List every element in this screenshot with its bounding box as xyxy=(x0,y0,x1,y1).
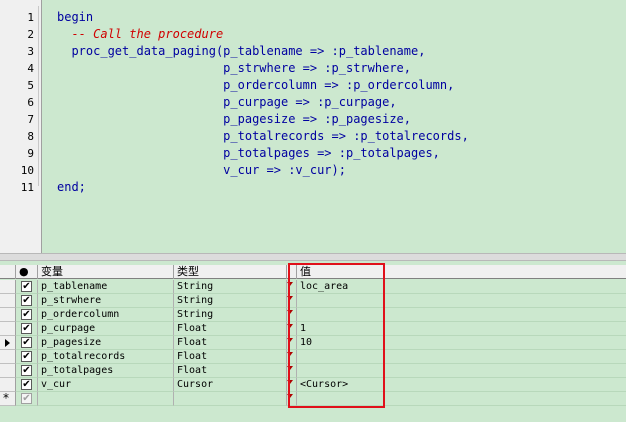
code-line[interactable]: proc_get_data_paging(p_tablename => :p_t… xyxy=(57,43,425,60)
variable-column-header[interactable]: 变量 xyxy=(38,265,174,279)
dropdown-arrow-icon[interactable] xyxy=(287,324,293,328)
row-indicator[interactable]: * xyxy=(0,391,16,406)
type-cell[interactable] xyxy=(174,392,287,406)
code-line[interactable]: p_curpage => :p_curpage, xyxy=(57,94,396,111)
new-row-icon: * xyxy=(3,391,9,405)
type-cell[interactable]: Float xyxy=(174,350,287,364)
line-number: 10 xyxy=(20,164,34,177)
value-column-header[interactable]: 值 xyxy=(297,265,626,279)
dropdown-arrow-icon[interactable] xyxy=(287,310,293,314)
line-number: 9 xyxy=(27,147,34,160)
enabled-checkbox[interactable]: ✔ xyxy=(21,309,32,320)
line-number: 6 xyxy=(27,96,34,109)
row-indicator[interactable] xyxy=(0,350,16,364)
variables-grid[interactable]: ● 变量 类型 值 ✔ p_tablename String loc_area ✔ p_s… xyxy=(0,261,626,422)
line-number: 4 xyxy=(27,62,34,75)
enabled-checkbox[interactable]: ✔ xyxy=(21,365,32,376)
enabled-checkbox[interactable]: ✔ xyxy=(21,323,32,334)
value-cell[interactable] xyxy=(297,308,626,322)
type-cell[interactable]: String xyxy=(174,280,287,294)
dropdown-arrow-icon[interactable] xyxy=(287,380,293,384)
table-row[interactable]: ✔ p_totalrecords Float xyxy=(0,350,626,364)
variable-cell[interactable]: p_totalrecords xyxy=(38,350,174,364)
table-row[interactable]: ✔ p_pagesize Float 10 xyxy=(0,336,626,350)
code-line[interactable]: p_totalpages => :p_totalpages, xyxy=(57,145,440,162)
enabled-checkbox[interactable]: ✔ xyxy=(21,295,32,306)
type-cell[interactable]: String xyxy=(174,294,287,308)
row-indicator[interactable] xyxy=(0,322,16,336)
value-dropdown-header xyxy=(287,265,297,279)
dropdown-arrow-icon[interactable] xyxy=(287,296,293,300)
line-number: 11 xyxy=(20,181,34,194)
type-column-header[interactable]: 类型 xyxy=(174,265,287,279)
dropdown-arrow-icon[interactable] xyxy=(287,394,293,398)
row-indicator[interactable] xyxy=(0,378,16,392)
splitter-bar[interactable] xyxy=(0,253,626,261)
code-line[interactable]: v_cur => :v_cur); xyxy=(57,162,346,179)
current-row-arrow-icon xyxy=(5,339,10,347)
table-row[interactable]: ✔ p_tablename String loc_area xyxy=(0,280,626,294)
value-cell[interactable]: 10 xyxy=(297,336,626,350)
table-row[interactable]: ✔ p_curpage Float 1 xyxy=(0,322,626,336)
value-cell[interactable] xyxy=(297,392,626,406)
code-comment-line[interactable]: -- Call the procedure xyxy=(57,26,223,43)
dropdown-arrow-icon[interactable] xyxy=(287,352,293,356)
table-row[interactable]: ✔ p_totalpages Float xyxy=(0,364,626,378)
value-cell[interactable] xyxy=(297,294,626,308)
line-number-gutter: 1 2 3 4 5 6 7 8 9 10 11 xyxy=(0,0,42,253)
row-indicator[interactable] xyxy=(0,336,16,350)
code-line[interactable]: p_ordercolumn => :p_ordercolumn, xyxy=(57,77,454,94)
line-number: 7 xyxy=(27,113,34,126)
code-line[interactable]: end; xyxy=(57,179,86,196)
grid-header: ● 变量 类型 值 xyxy=(0,265,626,279)
code-line[interactable]: p_pagesize => :p_pagesize, xyxy=(57,111,411,128)
value-cell[interactable] xyxy=(297,364,626,378)
row-indicator[interactable] xyxy=(0,294,16,308)
type-cell[interactable]: Float xyxy=(174,336,287,350)
type-cell[interactable]: Float xyxy=(174,364,287,378)
type-cell[interactable]: Cursor xyxy=(174,378,287,392)
code-line[interactable]: p_strwhere => :p_strwhere, xyxy=(57,60,411,77)
row-indicator[interactable] xyxy=(0,364,16,378)
new-row[interactable]: * ✔ xyxy=(0,391,626,406)
table-row[interactable]: ✔ p_strwhere String xyxy=(0,294,626,308)
code-line[interactable]: p_totalrecords => :p_totalrecords, xyxy=(57,128,469,145)
variable-cell[interactable]: p_pagesize xyxy=(38,336,174,350)
line-number: 1 xyxy=(27,11,34,24)
value-cell[interactable] xyxy=(297,350,626,364)
enabled-checkbox[interactable]: ✔ xyxy=(21,351,32,362)
line-number: 2 xyxy=(27,28,34,41)
dropdown-arrow-icon[interactable] xyxy=(287,366,293,370)
row-indicator-header xyxy=(0,265,16,279)
sql-editor[interactable]: 1 2 3 4 5 6 7 8 9 10 11 begin -- Call the procedur… xyxy=(0,0,626,253)
fold-guide xyxy=(38,6,39,186)
table-row[interactable]: ✔ v_cur Cursor <Cursor> xyxy=(0,378,626,392)
value-cell[interactable]: 1 xyxy=(297,322,626,336)
line-number: 5 xyxy=(27,79,34,92)
enabled-column-header[interactable]: ● xyxy=(16,265,38,279)
variable-cell[interactable]: v_cur xyxy=(38,378,174,392)
dropdown-arrow-icon[interactable] xyxy=(287,282,293,286)
variable-cell[interactable]: p_tablename xyxy=(38,280,174,294)
enabled-checkbox[interactable]: ✔ xyxy=(21,379,32,390)
dropdown-arrow-icon[interactable] xyxy=(287,338,293,342)
table-row[interactable]: ✔ p_ordercolumn String xyxy=(0,308,626,322)
enabled-checkbox[interactable]: ✔ xyxy=(21,281,32,292)
type-cell[interactable]: Float xyxy=(174,322,287,336)
variable-cell[interactable]: p_ordercolumn xyxy=(38,308,174,322)
value-cell[interactable]: <Cursor> xyxy=(297,378,626,392)
code-line[interactable]: begin xyxy=(57,9,93,26)
variable-cell[interactable]: p_totalpages xyxy=(38,364,174,378)
type-cell[interactable]: String xyxy=(174,308,287,322)
value-cell[interactable]: loc_area xyxy=(297,280,626,294)
enabled-checkbox[interactable]: ✔ xyxy=(21,337,32,348)
variable-cell[interactable]: p_curpage xyxy=(38,322,174,336)
row-indicator[interactable] xyxy=(0,308,16,322)
variable-cell[interactable]: p_strwhere xyxy=(38,294,174,308)
line-number: 3 xyxy=(27,45,34,58)
row-indicator[interactable] xyxy=(0,280,16,294)
variable-cell[interactable] xyxy=(38,392,174,406)
line-number: 8 xyxy=(27,130,34,143)
enabled-checkbox[interactable]: ✔ xyxy=(21,393,32,404)
